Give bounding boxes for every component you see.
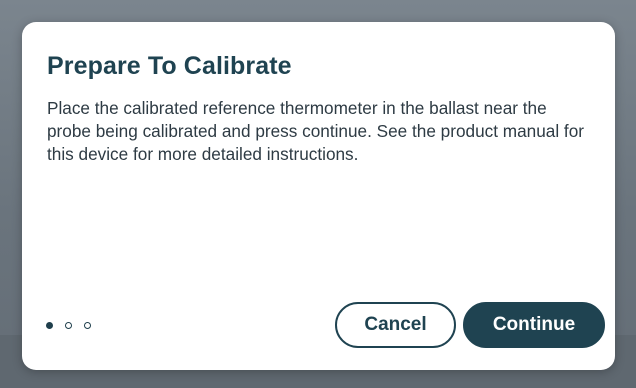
calibration-dialog: Prepare To Calibrate Place the calibrate… [22,22,615,370]
dialog-instructions: Place the calibrated reference thermomet… [47,98,584,164]
step-dot-1-active [46,321,53,329]
step-dot-2 [65,321,72,329]
cancel-button[interactable]: Cancel [335,302,456,348]
continue-button[interactable]: Continue [463,302,605,348]
step-indicator [46,319,91,331]
dialog-title: Prepare To Calibrate [47,52,292,80]
step-dot-3 [84,321,91,329]
